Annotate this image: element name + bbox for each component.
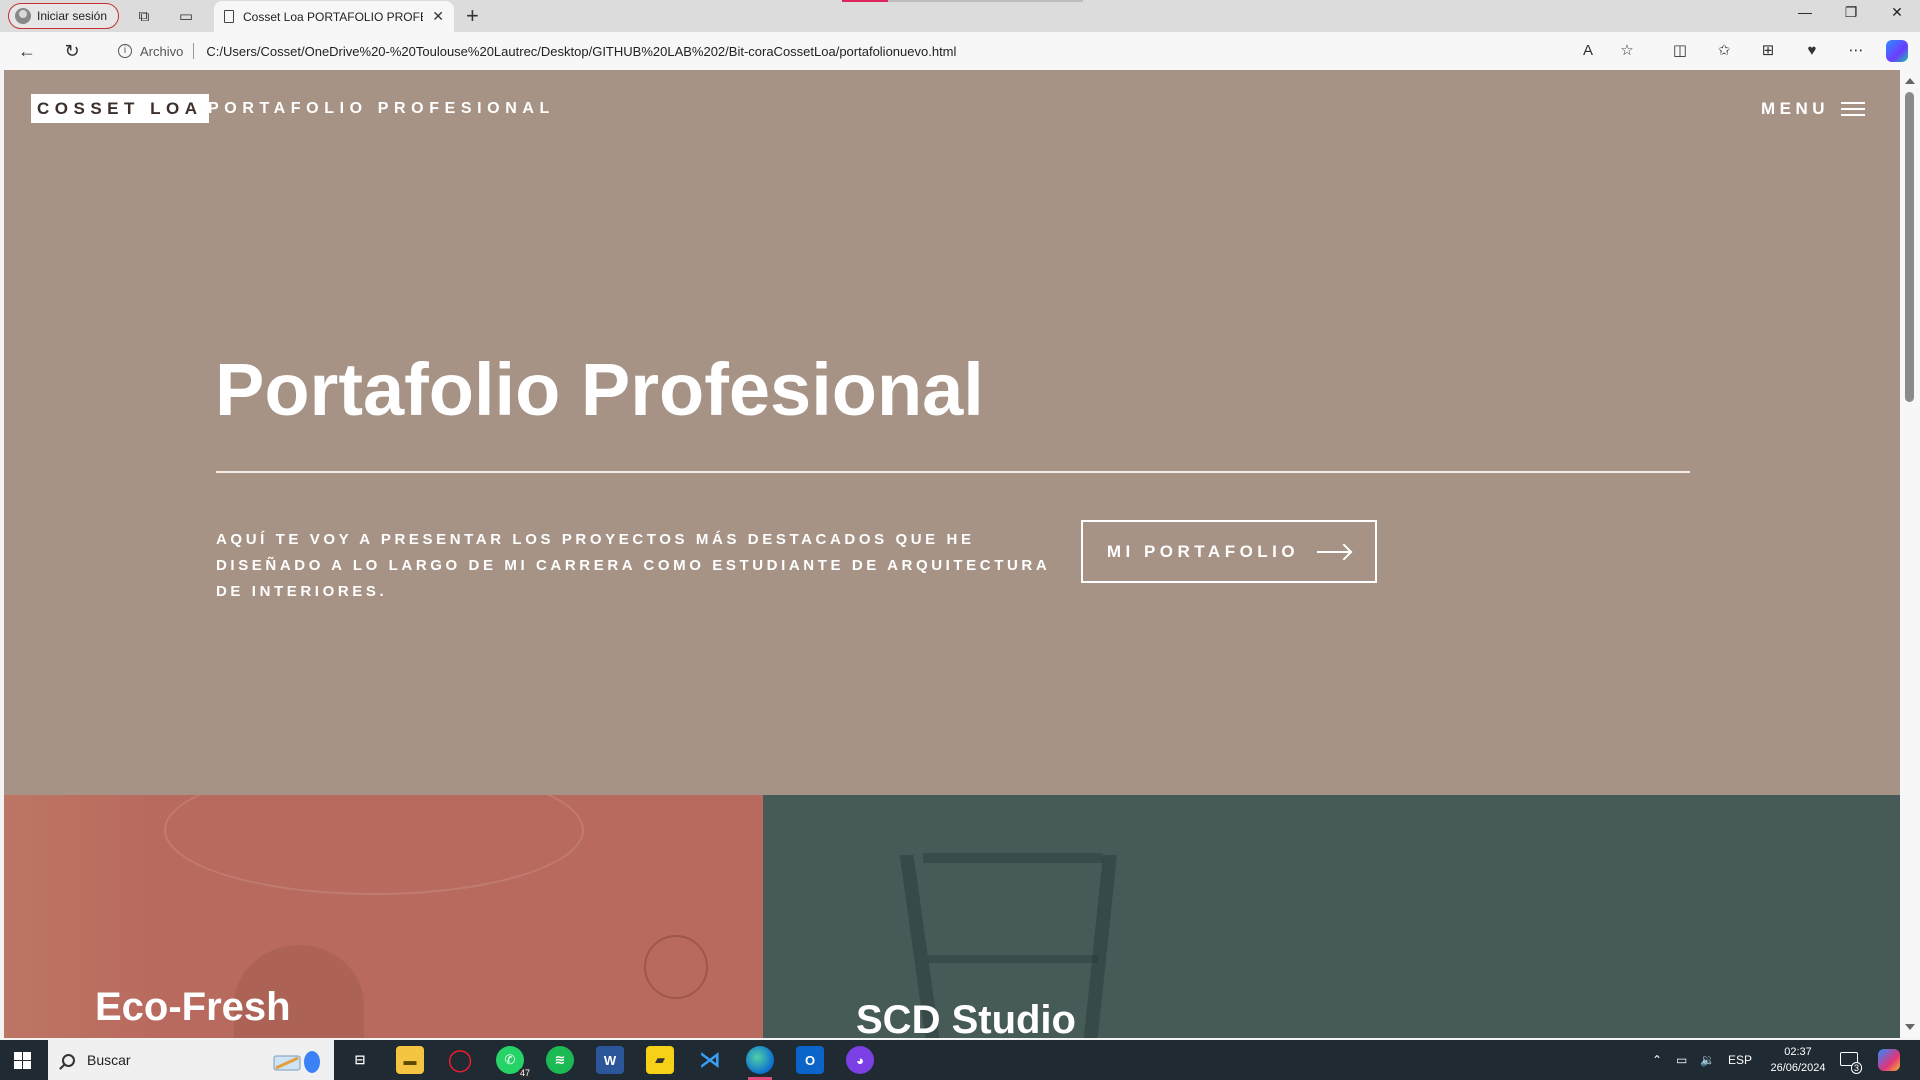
scroll-down-icon[interactable] xyxy=(1905,1024,1915,1030)
copilot-taskbar-icon[interactable] xyxy=(1878,1049,1900,1071)
page-viewport: COSSET LOA PORTAFOLIO PROFESIONAL MENU P… xyxy=(4,70,1900,1038)
hero-divider xyxy=(216,471,1690,473)
favorite-star-icon[interactable]: ☆ xyxy=(1617,41,1637,61)
back-arrow-icon[interactable]: ← xyxy=(16,40,38,62)
hamburger-icon xyxy=(1841,101,1866,116)
clock-time: 02:37 xyxy=(1784,1046,1812,1058)
show-hidden-icons-icon[interactable]: ⌃ xyxy=(1652,1040,1662,1080)
vscode-icon[interactable]: ⋊ xyxy=(696,1046,724,1074)
tab-active[interactable]: Cosset Loa PORTAFOLIO PROFESIONAL ✕ xyxy=(214,1,454,32)
more-options-icon[interactable]: ⋯ xyxy=(1846,41,1866,61)
edge-icon[interactable] xyxy=(746,1046,774,1080)
profile-label: Iniciar sesión xyxy=(37,9,108,23)
volume-icon[interactable]: 🔉 xyxy=(1700,1040,1715,1080)
profile-button[interactable]: Iniciar sesión xyxy=(8,3,119,29)
new-tab-button[interactable]: + xyxy=(466,3,479,29)
address-divider xyxy=(193,43,195,59)
hero-title: Portafolio Profesional xyxy=(215,348,984,431)
menu-label: MENU xyxy=(1761,98,1830,118)
collections-icon[interactable]: ⊞ xyxy=(1758,41,1778,61)
card-photo-shelf-right xyxy=(1083,855,1117,1038)
task-view-icon[interactable]: ⊟ xyxy=(346,1046,374,1074)
scrollbar-thumb[interactable] xyxy=(1905,92,1914,402)
hero-description: AQUÍ TE VOY A PRESENTAR LOS PROYECTOS MÁ… xyxy=(216,531,1050,600)
search-icon xyxy=(62,1053,75,1067)
word-icon[interactable]: W xyxy=(596,1046,624,1074)
outlook-icon[interactable]: O xyxy=(796,1046,824,1074)
info-icon[interactable]: i xyxy=(118,44,132,58)
restore-icon[interactable]: ❐ xyxy=(1836,4,1866,21)
arrow-right-icon xyxy=(1317,545,1351,559)
search-label: Buscar xyxy=(87,1052,131,1068)
project-title: Eco-Fresh xyxy=(95,985,291,1029)
notifications-badge: 3 xyxy=(1851,1062,1863,1074)
windows-start-icon[interactable] xyxy=(14,1052,31,1069)
taskbar-search[interactable]: Buscar xyxy=(48,1040,334,1080)
project-title: SCD Studio xyxy=(856,998,1076,1038)
tab-actions-icon[interactable]: ▭ xyxy=(176,6,196,26)
hero-section: COSSET LOA PORTAFOLIO PROFESIONAL MENU P… xyxy=(4,70,1900,795)
whatsapp-icon[interactable]: ✆ 47 xyxy=(496,1046,532,1078)
workspaces-icon[interactable]: ⧉ xyxy=(134,6,154,26)
search-highlight-icon xyxy=(273,1051,320,1073)
spotify-icon[interactable]: ≋ xyxy=(546,1046,574,1074)
whatsapp-badge: 47 xyxy=(517,1068,532,1078)
favorites-icon[interactable]: ✩ xyxy=(1714,41,1734,61)
sticky-notes-icon[interactable]: ▰ xyxy=(646,1046,674,1074)
page-icon xyxy=(224,10,234,23)
brand-logo[interactable]: COSSET LOA xyxy=(31,94,209,123)
menu-button[interactable]: MENU xyxy=(1761,94,1866,123)
tab-loading-track xyxy=(888,0,1083,2)
close-tab-icon[interactable]: ✕ xyxy=(432,8,444,25)
card-photo-logo xyxy=(644,935,708,999)
card-photo-ceiling xyxy=(164,795,584,895)
close-window-icon[interactable]: ✕ xyxy=(1882,4,1912,21)
tab-title: Cosset Loa PORTAFOLIO PROFESIONAL xyxy=(243,9,423,24)
minimize-icon[interactable]: — xyxy=(1790,4,1820,20)
address-bar[interactable]: i Archivo C:/Users/Cosset/OneDrive%20-%2… xyxy=(110,36,1640,66)
project-card-scd-studio[interactable]: SCD Studio xyxy=(763,795,1900,1038)
project-card-eco-fresh[interactable]: Eco-Fresh xyxy=(4,795,763,1038)
portfolio-button-label: MI PORTAFOLIO xyxy=(1106,541,1300,561)
reload-icon[interactable]: ↻ xyxy=(61,40,83,62)
clock-date: 26/06/2024 xyxy=(1770,1062,1826,1074)
windows-taskbar: Buscar ⊟ ▬ ◯ ✆ 47 ≋ W ▰ ⋊ O ◕ ⌃ ▭ 🔉 ESP 0… xyxy=(0,1040,1920,1080)
address-scheme: Archivo xyxy=(140,43,184,59)
page-scrollbar[interactable] xyxy=(1900,70,1920,1038)
file-explorer-icon[interactable]: ▬ xyxy=(396,1046,424,1074)
avatar-icon xyxy=(15,8,31,24)
browser-essentials-icon[interactable]: ♥ xyxy=(1802,41,1822,61)
language-indicator[interactable]: ESP xyxy=(1728,1040,1752,1080)
tab-loading-indicator xyxy=(842,0,888,2)
brand-subtitle: PORTAFOLIO PROFESIONAL xyxy=(208,100,555,117)
address-url[interactable]: C:/Users/Cosset/OneDrive%20-%20Toulouse%… xyxy=(206,44,956,59)
network-icon[interactable]: ▭ xyxy=(1676,1040,1687,1080)
read-aloud-icon[interactable]: A xyxy=(1578,41,1598,61)
browser-tab-strip: Iniciar sesión ⧉ ▭ Cosset Loa PORTAFOLIO… xyxy=(0,0,1920,32)
split-screen-icon[interactable]: ◫ xyxy=(1670,41,1690,61)
clock[interactable]: 02:37 26/06/2024 xyxy=(1764,1044,1832,1076)
scroll-up-icon[interactable] xyxy=(1905,78,1915,84)
card-photo-shelf-top xyxy=(923,853,1103,863)
portfolio-button[interactable]: MI PORTAFOLIO xyxy=(1081,520,1377,583)
browser-toolbar: ← ↻ i Archivo C:/Users/Cosset/OneDrive%2… xyxy=(0,32,1920,70)
card-photo-shelf-mid xyxy=(928,955,1098,963)
github-desktop-icon[interactable]: ◕ xyxy=(846,1046,874,1074)
copilot-icon[interactable] xyxy=(1886,40,1908,62)
opera-icon[interactable]: ◯ xyxy=(446,1046,474,1074)
